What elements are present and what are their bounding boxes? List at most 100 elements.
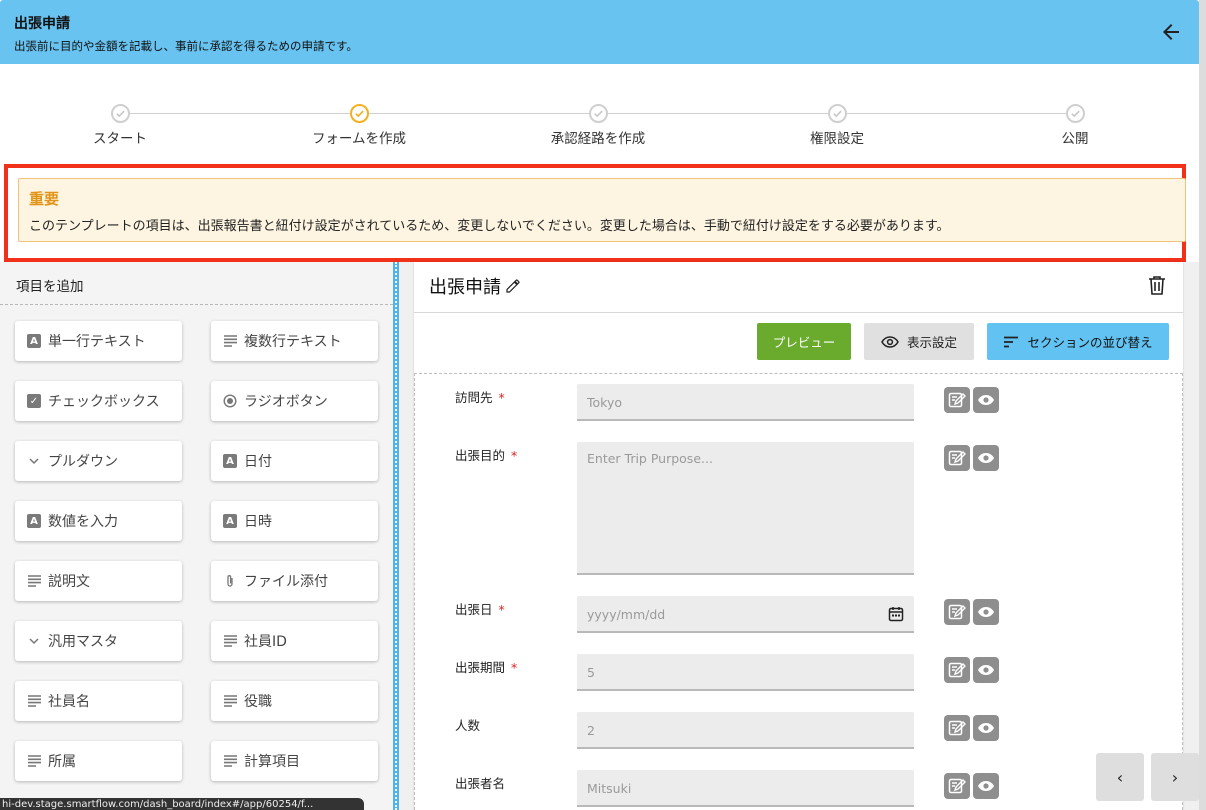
edit-icon: [948, 778, 966, 794]
form-card: 出張申請 プレビュー 表示設定 セクションの並び替え 訪問先 * Tokyo 出…: [414, 262, 1183, 810]
step-publish[interactable]: 公開: [995, 104, 1155, 147]
arrow-left-icon[interactable]: [1159, 20, 1183, 44]
prev-button[interactable]: ‹: [1096, 753, 1144, 801]
palette-title: 項目を追加: [16, 279, 84, 295]
palette-item-employee-name[interactable]: 社員名: [15, 681, 182, 721]
display-settings-button[interactable]: 表示設定: [864, 323, 974, 360]
field-label-destination: 訪問先 *: [455, 387, 505, 406]
check-circle-icon: [827, 104, 847, 123]
calendar-icon[interactable]: [888, 606, 904, 622]
field-label-purpose: 出張目的 *: [455, 445, 517, 464]
app-header: 出張申請 出張前に目的や金額を記載し、事前に承認を得るための申請です。: [0, 0, 1199, 64]
palette-item-label: チェックボックス: [48, 394, 160, 410]
visibility-button[interactable]: [973, 773, 999, 799]
page-title: 出張申請: [14, 16, 70, 32]
palette-item-number[interactable]: A 数値を入力: [15, 501, 182, 541]
required-mark: *: [511, 448, 518, 463]
sort-sections-label: セクションの並び替え: [1027, 335, 1153, 350]
palette-item-employee-id[interactable]: 社員ID: [211, 621, 378, 661]
field-label-text: 出張目的: [455, 448, 506, 463]
palette-item-dropdown[interactable]: プルダウン: [15, 441, 182, 481]
paperclip-icon: [223, 574, 237, 588]
visibility-button[interactable]: [973, 715, 999, 741]
edit-field-button[interactable]: [944, 773, 970, 799]
palette-item-label: 日付: [244, 454, 272, 470]
sort-sections-button[interactable]: セクションの並び替え: [987, 323, 1169, 360]
step-form[interactable]: フォームを作成: [279, 104, 439, 147]
chevron-down-icon: [27, 454, 41, 468]
palette-item-position[interactable]: 役職: [211, 681, 378, 721]
edit-icon: [948, 450, 966, 466]
edit-field-button[interactable]: [944, 445, 970, 471]
palette-item-calculation[interactable]: 計算項目: [211, 741, 378, 781]
palette-item-department[interactable]: 所属: [15, 741, 182, 781]
palette-item-datetime[interactable]: A 日時: [211, 501, 378, 541]
visibility-button[interactable]: [973, 445, 999, 471]
palette-item-single-line-text[interactable]: A 単一行テキスト: [15, 321, 182, 361]
alert-title: 重要: [29, 190, 60, 208]
visibility-button[interactable]: [973, 387, 999, 413]
text-field-icon: A: [27, 334, 41, 348]
chevron-down-icon: [27, 634, 41, 648]
duration-input[interactable]: 5: [577, 654, 914, 691]
palette-item-multi-line-text[interactable]: 複数行テキスト: [211, 321, 378, 361]
palette-item-checkbox[interactable]: ✓ チェックボックス: [15, 381, 182, 421]
visibility-button[interactable]: [973, 657, 999, 683]
palette-item-radio[interactable]: ラジオボタン: [211, 381, 378, 421]
palette-item-label: 役職: [244, 694, 272, 710]
palette-item-master[interactable]: 汎用マスタ: [15, 621, 182, 661]
step-label: 承認経路を作成: [550, 131, 646, 147]
palette-item-label: 社員ID: [244, 634, 287, 650]
palette-item-date[interactable]: A 日付: [211, 441, 378, 481]
palette-item-description[interactable]: 説明文: [15, 561, 182, 601]
form-fields: 訪問先 * Tokyo 出張目的 * Enter Trip Purpose...: [414, 373, 1183, 810]
field-palette: 項目を追加 A 単一行テキスト 複数行テキスト ✓ チェックボックス ラジオボタ…: [0, 262, 393, 810]
date-placeholder: yyyy/mm/dd: [587, 607, 666, 622]
preview-button[interactable]: プレビュー: [757, 323, 851, 360]
chevron-left-icon: ‹: [1116, 767, 1124, 787]
palette-item-label: 汎用マスタ: [48, 634, 118, 650]
field-label-text: 人数: [455, 718, 481, 733]
text-field-icon: A: [27, 514, 41, 528]
step-approval-route[interactable]: 承認経路を作成: [518, 104, 678, 147]
check-circle-icon: [349, 104, 369, 123]
next-button[interactable]: ›: [1151, 753, 1199, 801]
field-label-trip-date: 出張日 *: [455, 599, 505, 618]
multiline-icon: [27, 694, 41, 708]
eye-icon: [978, 723, 994, 733]
edit-icon: [948, 604, 966, 620]
field-label-text: 出張日: [455, 602, 493, 617]
step-label: 権限設定: [810, 131, 864, 147]
trash-icon[interactable]: [1148, 275, 1166, 295]
step-start[interactable]: スタート: [40, 104, 200, 147]
purpose-textarea[interactable]: Enter Trip Purpose...: [577, 442, 914, 575]
pencil-icon[interactable]: [505, 278, 521, 294]
alert-body: このテンプレートの項目は、出張報告書と紐付け設定がされているため、変更しないでく…: [29, 219, 950, 234]
palette-item-file-attach[interactable]: ファイル添付: [211, 561, 378, 601]
step-label: フォームを作成: [311, 131, 407, 147]
edit-field-button[interactable]: [944, 599, 970, 625]
edit-field-button[interactable]: [944, 657, 970, 683]
trip-date-input[interactable]: yyyy/mm/dd: [577, 596, 914, 633]
visibility-button[interactable]: [973, 599, 999, 625]
traveler-name-input[interactable]: Mitsuki: [577, 770, 914, 807]
field-label-text: 訪問先: [455, 390, 493, 405]
splitter-dots: [395, 262, 397, 810]
palette-item-label: プルダウン: [48, 454, 118, 470]
multiline-icon: [27, 574, 41, 588]
step-permissions[interactable]: 権限設定: [757, 104, 917, 147]
field-label-traveler-name: 出張者名: [455, 773, 505, 792]
form-title: 出張申請: [429, 277, 501, 298]
eye-icon: [978, 395, 994, 405]
eye-icon: [978, 665, 994, 675]
edit-icon: [948, 662, 966, 678]
form-header-divider: [414, 312, 1183, 313]
palette-item-label: ラジオボタン: [244, 394, 328, 410]
people-count-input[interactable]: 2: [577, 712, 914, 749]
edit-field-button[interactable]: [944, 715, 970, 741]
preview-button-label: プレビュー: [772, 335, 836, 350]
destination-input[interactable]: Tokyo: [577, 384, 914, 421]
edit-field-button[interactable]: [944, 387, 970, 413]
palette-item-label: 複数行テキスト: [244, 334, 342, 350]
status-bar-url: hi-dev.stage.smartflow.com/dash_board/in…: [0, 798, 364, 810]
